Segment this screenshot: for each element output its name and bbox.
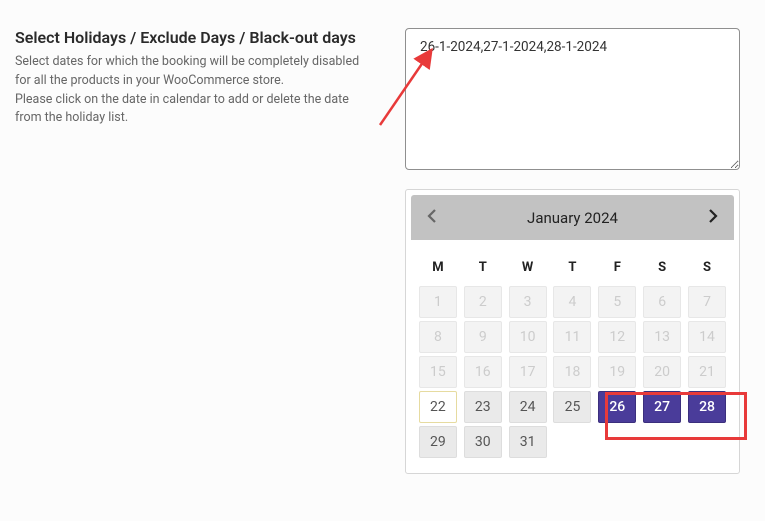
- calendar-day[interactable]: 19: [598, 356, 636, 388]
- holiday-dates-textarea[interactable]: [405, 28, 740, 170]
- calendar-day[interactable]: 6: [643, 286, 681, 318]
- calendar-day[interactable]: 29: [419, 426, 457, 458]
- calendar: January 2024 MTWTFSS 1234567891011121314…: [405, 189, 740, 474]
- section-description-2: Please click on the date in calendar to …: [15, 91, 375, 129]
- left-column: Select Holidays / Exclude Days / Black-o…: [15, 28, 375, 474]
- calendar-day[interactable]: 23: [464, 391, 502, 423]
- weekday-header: F: [596, 254, 638, 283]
- calendar-day[interactable]: 7: [688, 286, 726, 318]
- calendar-day[interactable]: 16: [464, 356, 502, 388]
- calendar-header: January 2024: [411, 195, 734, 240]
- calendar-day[interactable]: 13: [643, 321, 681, 353]
- calendar-day-today[interactable]: 22: [419, 391, 457, 423]
- next-month-button[interactable]: [704, 205, 722, 230]
- settings-row: Select Holidays / Exclude Days / Black-o…: [0, 0, 765, 489]
- prev-month-button[interactable]: [423, 205, 441, 230]
- calendar-day[interactable]: 25: [553, 391, 591, 423]
- section-title: Select Holidays / Exclude Days / Black-o…: [15, 28, 375, 47]
- calendar-table: MTWTFSS 12345678910111213141516171819202…: [414, 251, 731, 461]
- weekday-header: W: [507, 254, 549, 283]
- calendar-day[interactable]: 31: [509, 426, 547, 458]
- calendar-body: MTWTFSS 12345678910111213141516171819202…: [406, 245, 739, 473]
- calendar-day[interactable]: 15: [419, 356, 457, 388]
- calendar-day[interactable]: 21: [688, 356, 726, 388]
- calendar-day[interactable]: 2: [464, 286, 502, 318]
- weekday-header: S: [641, 254, 683, 283]
- calendar-day[interactable]: 4: [553, 286, 591, 318]
- calendar-day[interactable]: 9: [464, 321, 502, 353]
- calendar-day[interactable]: 14: [688, 321, 726, 353]
- calendar-day[interactable]: 18: [553, 356, 591, 388]
- calendar-month-label: January 2024: [527, 209, 618, 227]
- weekday-header: T: [462, 254, 504, 283]
- calendar-day-selected[interactable]: 27: [643, 391, 681, 423]
- calendar-day[interactable]: 30: [464, 426, 502, 458]
- calendar-day[interactable]: 24: [509, 391, 547, 423]
- chevron-left-icon: [427, 209, 437, 223]
- calendar-day[interactable]: 11: [553, 321, 591, 353]
- right-column: January 2024 MTWTFSS 1234567891011121314…: [405, 28, 750, 474]
- calendar-day[interactable]: 8: [419, 321, 457, 353]
- calendar-day[interactable]: 20: [643, 356, 681, 388]
- calendar-day-selected[interactable]: 28: [688, 391, 726, 423]
- weekday-header: M: [417, 254, 459, 283]
- calendar-day[interactable]: 17: [509, 356, 547, 388]
- weekday-header: S: [686, 254, 728, 283]
- calendar-day[interactable]: 10: [509, 321, 547, 353]
- calendar-day[interactable]: 1: [419, 286, 457, 318]
- section-description-1: Select dates for which the booking will …: [15, 53, 375, 91]
- weekday-header: T: [552, 254, 594, 283]
- chevron-right-icon: [708, 209, 718, 223]
- calendar-day[interactable]: 12: [598, 321, 636, 353]
- calendar-day[interactable]: 5: [598, 286, 636, 318]
- calendar-day[interactable]: 3: [509, 286, 547, 318]
- calendar-day-selected[interactable]: 26: [598, 391, 636, 423]
